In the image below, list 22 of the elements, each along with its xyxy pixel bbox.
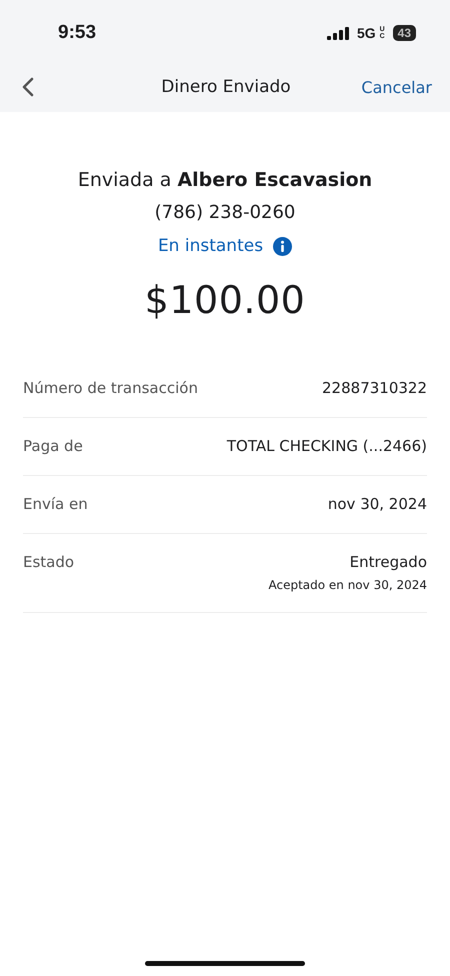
detail-value: 22887310322: [322, 379, 427, 397]
back-button[interactable]: [20, 75, 36, 99]
screen-title: Dinero Enviado: [161, 77, 291, 97]
recipient-text: Enviada a Albero Escavasion: [78, 168, 372, 192]
cancel-button[interactable]: Cancelar: [361, 78, 432, 96]
status-time: 9:53: [58, 22, 96, 44]
detail-value: Entregado: [350, 553, 427, 571]
delivery-speed: En instantes: [158, 236, 264, 256]
detail-note: Aceptado en nov 30, 2024: [268, 578, 427, 592]
amount: $100.00: [144, 278, 306, 322]
detail-value: nov 30, 2024: [328, 495, 427, 513]
info-icon[interactable]: [273, 236, 292, 256]
phone-number: (786) 238-0260: [154, 202, 296, 223]
detail-label: Envía en: [23, 495, 88, 513]
detail-label: Estado: [23, 553, 74, 573]
battery-indicator: 43: [392, 25, 416, 41]
detail-label: Paga de: [23, 437, 83, 455]
detail-label: Número de transacción: [23, 379, 198, 397]
back-icon: [22, 77, 34, 97]
signal-icon: [326, 26, 349, 40]
network-label: 5G: [356, 25, 376, 41]
detail-value: TOTAL CHECKING (...2466): [226, 437, 427, 455]
